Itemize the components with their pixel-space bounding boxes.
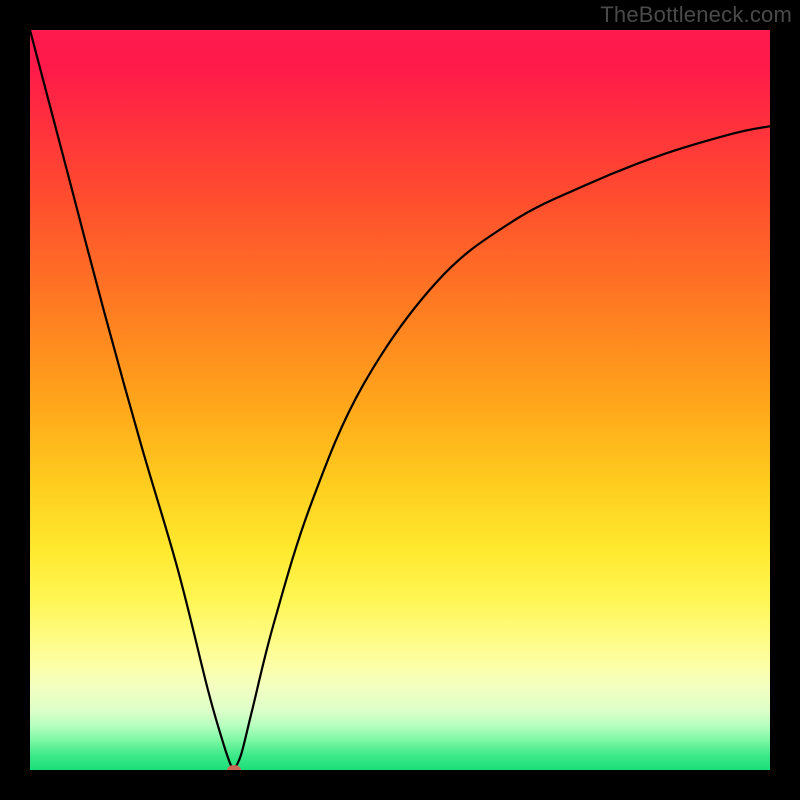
curve-left-branch [30,30,234,770]
bottleneck-curve [30,30,770,770]
minimum-marker [227,765,241,770]
curve-right-branch [234,126,771,770]
watermark-text: TheBottleneck.com [600,2,792,28]
chart-frame: TheBottleneck.com [0,0,800,800]
plot-area [30,30,770,770]
